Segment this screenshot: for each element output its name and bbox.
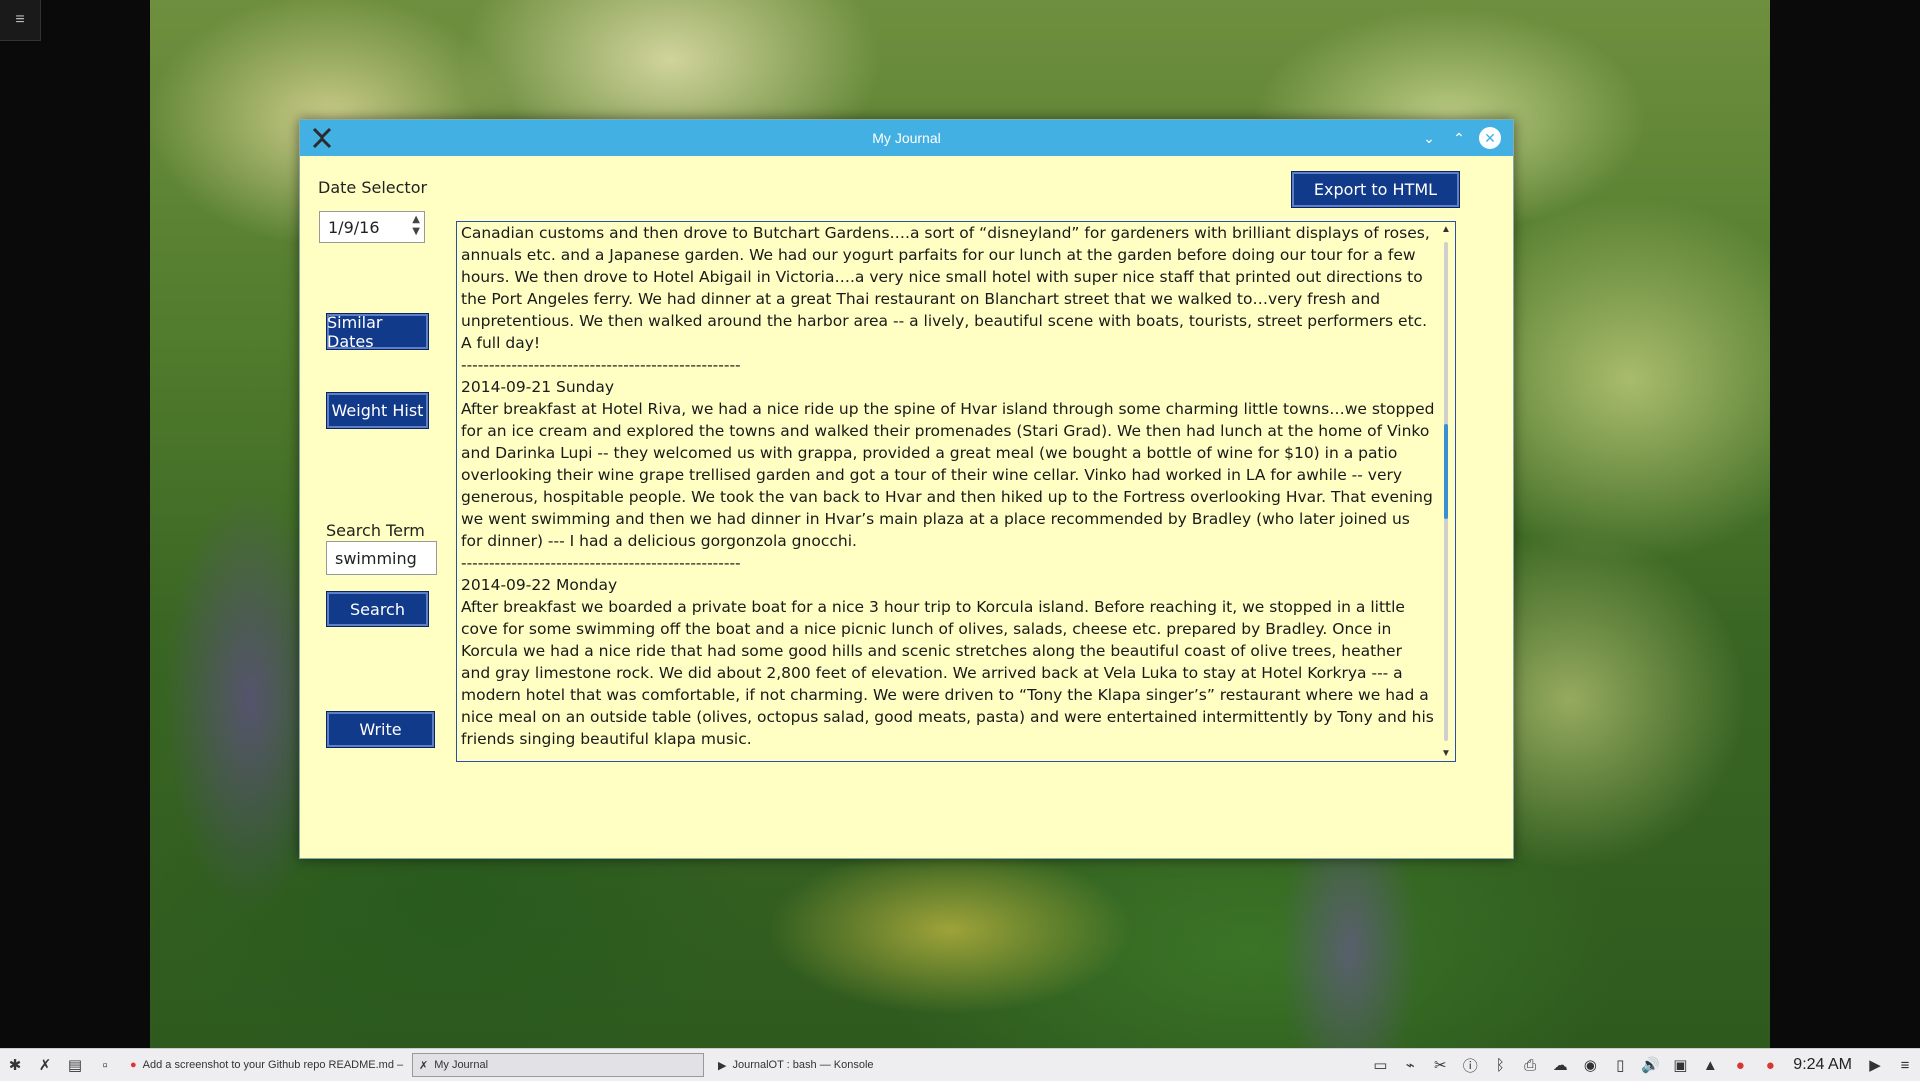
cloud-icon[interactable]: ☁ <box>1548 1053 1572 1077</box>
desktop-menu-icon[interactable]: ≡ <box>0 0 41 41</box>
maximize-icon[interactable]: ⌃ <box>1447 126 1471 150</box>
window-content: Date Selector 1/9/16 ▲ ▼ Similar Dates We… <box>304 156 1509 854</box>
journal-text[interactable]: Canadian customs and then drove to Butch… <box>461 222 1435 761</box>
network-icon[interactable]: ⌁ <box>1398 1053 1422 1077</box>
window-title: My Journal <box>872 130 941 146</box>
scissors-icon[interactable]: ✂ <box>1428 1053 1452 1077</box>
task-browser[interactable]: ● Add a screenshot to your Github repo R… <box>124 1054 404 1076</box>
konsole-tray-icon[interactable]: ▶ <box>1863 1053 1887 1077</box>
chrome-tray-icon[interactable]: ● <box>1728 1053 1752 1077</box>
app-icon <box>312 127 332 149</box>
printer-icon[interactable]: ⎙ <box>1518 1053 1542 1077</box>
search-term-label: Search Term <box>326 521 425 540</box>
pager-icon[interactable]: ▫ <box>93 1053 117 1077</box>
taskbar: ✱ ✗ ▤ ▫ ● Add a screenshot to your Githu… <box>0 1048 1920 1081</box>
scroll-up-icon[interactable]: ▲ <box>1441 224 1451 235</box>
vertical-scrollbar[interactable]: ▲ ▼ <box>1439 224 1453 759</box>
export-html-button[interactable]: Export to HTML <box>1291 171 1460 208</box>
info-icon[interactable]: ⓘ <box>1458 1053 1482 1077</box>
minimize-icon[interactable]: ⌄ <box>1417 126 1441 150</box>
device-icon[interactable]: ▯ <box>1608 1053 1632 1077</box>
close-icon[interactable]: ✕ <box>1479 127 1501 149</box>
scroll-track[interactable] <box>1444 242 1448 741</box>
panel-menu-icon[interactable]: ≡ <box>1893 1053 1917 1077</box>
spin-arrows-icon[interactable]: ▲ ▼ <box>412 214 420 238</box>
task-konsole[interactable]: ▶ JournalOT : bash — Konsole <box>712 1054 924 1076</box>
search-button[interactable]: Search <box>326 591 429 627</box>
search-input[interactable]: swimming <box>326 541 437 575</box>
weight-hist-button[interactable]: Weight Hist <box>326 392 429 429</box>
clipboard-icon[interactable]: ▭ <box>1368 1053 1392 1077</box>
terminal-icon: ▶ <box>718 1059 727 1072</box>
scroll-down-icon[interactable]: ▼ <box>1441 748 1451 759</box>
date-selector-label: Date Selector <box>318 178 428 197</box>
date-value: 1/9/16 <box>328 218 380 237</box>
scroll-thumb[interactable] <box>1444 424 1448 519</box>
tray-expand-icon[interactable]: ▲ <box>1698 1053 1722 1077</box>
journal-task-icon: ✗ <box>419 1059 429 1072</box>
update-icon[interactable]: ◉ <box>1578 1053 1602 1077</box>
journal-text-area[interactable]: Canadian customs and then drove to Butch… <box>456 221 1456 762</box>
bluetooth-icon[interactable]: ᛒ <box>1488 1053 1512 1077</box>
journal-launcher-icon[interactable]: ✗ <box>33 1053 57 1077</box>
chrome-tray-icon-2[interactable]: ● <box>1758 1053 1782 1077</box>
battery-icon[interactable]: ▣ <box>1668 1053 1692 1077</box>
volume-icon[interactable]: 🔊 <box>1638 1053 1662 1077</box>
system-tray: ▭ ⌁ ✂ ⓘ ᛒ ⎙ ☁ ◉ ▯ 🔊 ▣ ▲ ● ● 9:24 AM ▶ ≡ <box>1365 1053 1920 1077</box>
window-titlebar[interactable]: My Journal ⌄ ⌃ ✕ <box>300 120 1513 156</box>
app-launcher-icon[interactable]: ✱ <box>3 1053 27 1077</box>
date-spinbox[interactable]: 1/9/16 ▲ ▼ <box>319 211 425 243</box>
task-konsole-label: JournalOT : bash — Konsole <box>732 1059 874 1071</box>
task-browser-label: Add a screenshot to your Github repo REA… <box>142 1059 404 1071</box>
write-button[interactable]: Write <box>326 711 435 748</box>
clock[interactable]: 9:24 AM <box>1793 1056 1852 1074</box>
file-manager-icon[interactable]: ▤ <box>63 1053 87 1077</box>
journal-window: My Journal ⌄ ⌃ ✕ Date Selector 1/9/16 ▲ ▼… <box>299 119 1514 859</box>
task-journal[interactable]: ✗ My Journal <box>412 1053 704 1077</box>
chrome-icon: ● <box>130 1059 137 1071</box>
similar-dates-button[interactable]: Similar Dates <box>326 313 429 351</box>
task-journal-label: My Journal <box>434 1059 489 1071</box>
